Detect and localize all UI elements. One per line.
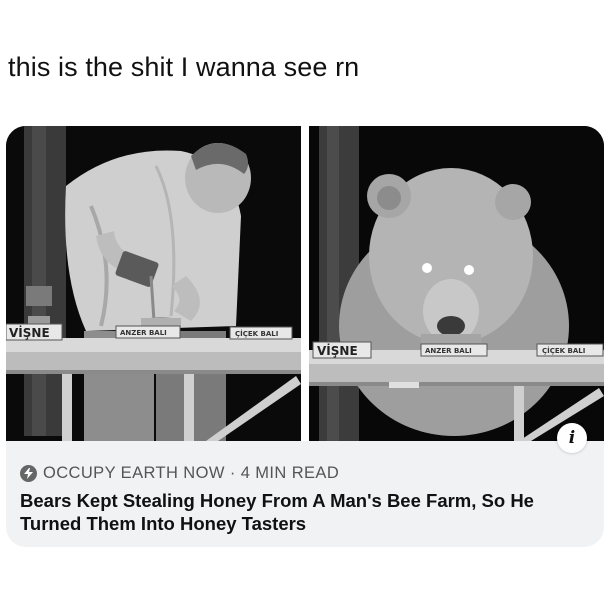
photo-man-pouring-honey[interactable]: VİŞNE ANZER BALI ÇİÇEK BALI (6, 126, 301, 441)
source-name: OCCUPY EARTH NOW (43, 464, 225, 482)
tag-visne-right: VİŞNE (317, 343, 358, 358)
info-icon[interactable]: i (557, 423, 587, 453)
meta-separator: · (229, 464, 236, 482)
photo-bear-tasting-honey[interactable]: VİŞNE ANZER BALI ÇİÇEK BALI (309, 126, 604, 441)
read-time: 4 MIN READ (240, 464, 340, 482)
bolt-icon (20, 465, 37, 482)
card-meta: OCCUPY EARTH NOW · 4 MIN READ (20, 464, 339, 483)
tag-cicek-right: ÇİÇEK BALI (542, 346, 585, 355)
link-preview-card[interactable]: VİŞNE ANZER BALI ÇİÇEK BALI VİŞNE ANZER … (6, 126, 604, 547)
tag-cicek-left: ÇİÇEK BALI (235, 329, 278, 338)
article-headline[interactable]: Bears Kept Stealing Honey From A Man's B… (20, 489, 595, 535)
photo-grid: VİŞNE ANZER BALI ÇİÇEK BALI VİŞNE ANZER … (6, 126, 604, 441)
tag-anzer-right: ANZER BALI (425, 347, 472, 355)
post-text: this is the shit I wanna see rn (8, 52, 360, 82)
tag-anzer-left: ANZER BALI (120, 329, 167, 337)
tag-visne-left: VİŞNE (9, 325, 50, 340)
